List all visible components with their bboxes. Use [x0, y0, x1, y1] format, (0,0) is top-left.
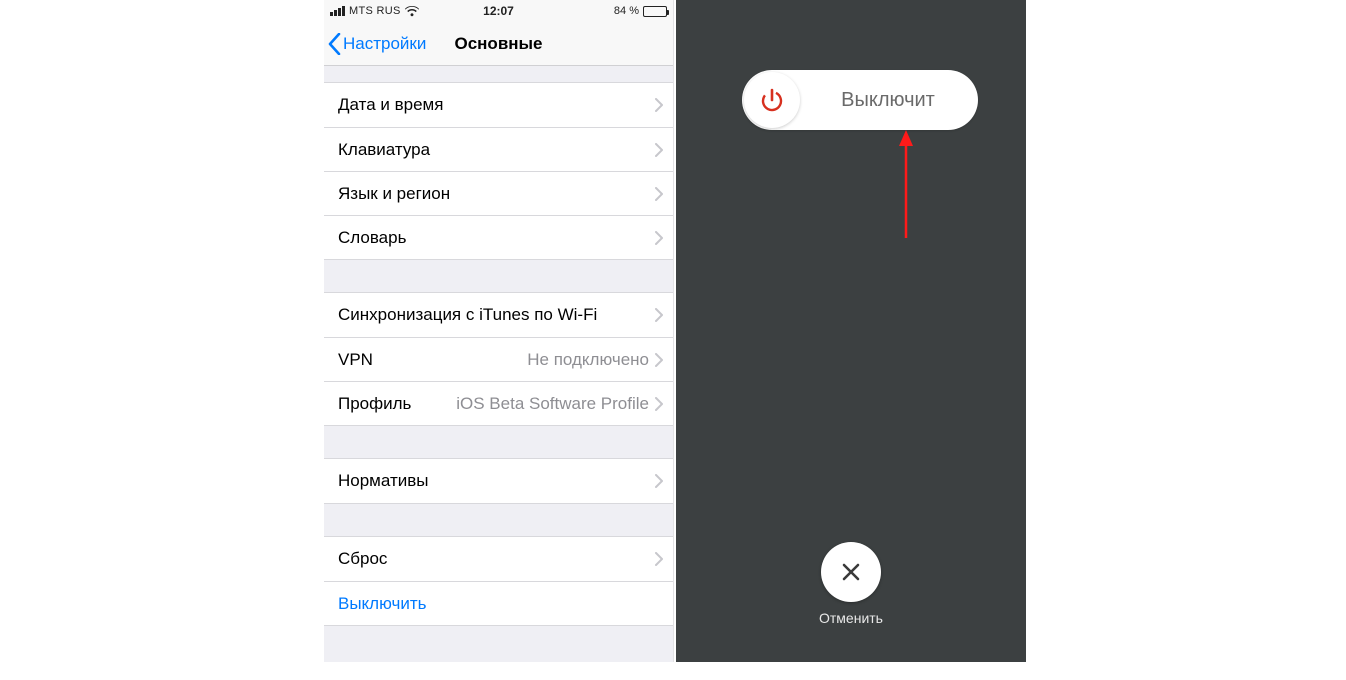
row-date-time[interactable]: Дата и время [324, 83, 673, 127]
row-reset[interactable]: Сброс [324, 537, 673, 581]
chevron-right-icon [655, 552, 673, 566]
row-dictionary[interactable]: Словарь [324, 215, 673, 259]
row-detail: iOS Beta Software Profile [456, 394, 655, 414]
row-regulatory[interactable]: Нормативы [324, 459, 673, 503]
settings-general-screen: MTS RUS 12:07 84 % Настройки Основные [324, 0, 674, 662]
slide-to-power-off[interactable]: Выключит [742, 70, 978, 130]
status-time: 12:07 [324, 4, 673, 18]
row-label: Синхронизация с iTunes по Wi-Fi [338, 305, 597, 325]
nav-bar: Настройки Основные [324, 22, 673, 66]
row-label: Дата и время [338, 95, 443, 115]
status-bar: MTS RUS 12:07 84 % [324, 0, 673, 22]
row-vpn[interactable]: VPN Не подключено [324, 337, 673, 381]
row-itunes-wifi-sync[interactable]: Синхронизация с iTunes по Wi-Fi [324, 293, 673, 337]
chevron-right-icon [655, 397, 673, 411]
row-shutdown[interactable]: Выключить [324, 581, 673, 625]
group-reset: Сброс Выключить [324, 536, 673, 626]
group-network: Синхронизация с iTunes по Wi-Fi VPN Не п… [324, 292, 673, 426]
row-label: Выключить [338, 594, 426, 614]
row-label: VPN [338, 350, 373, 370]
cancel-label: Отменить [676, 610, 1026, 626]
row-label: Язык и регион [338, 184, 450, 204]
group-locale: Дата и время Клавиатура Язык и регион Сл… [324, 82, 673, 260]
cancel-button[interactable] [821, 542, 881, 602]
chevron-right-icon [655, 98, 673, 112]
power-off-screen: Выключит Отменить [676, 0, 1026, 662]
battery-icon [643, 6, 667, 17]
chevron-right-icon [655, 143, 673, 157]
close-icon [839, 560, 863, 584]
row-language-region[interactable]: Язык и регион [324, 171, 673, 215]
row-label: Нормативы [338, 471, 429, 491]
chevron-right-icon [655, 308, 673, 322]
row-label: Словарь [338, 228, 406, 248]
group-regulatory: Нормативы [324, 458, 673, 504]
chevron-right-icon [655, 231, 673, 245]
row-label: Сброс [338, 549, 387, 569]
row-profile[interactable]: Профиль iOS Beta Software Profile [324, 381, 673, 425]
chevron-right-icon [655, 353, 673, 367]
page-title: Основные [324, 34, 673, 54]
power-knob[interactable] [744, 72, 800, 128]
row-detail: Не подключено [527, 350, 655, 370]
slide-text: Выключит [802, 89, 978, 112]
chevron-right-icon [655, 187, 673, 201]
row-keyboard[interactable]: Клавиатура [324, 127, 673, 171]
row-label: Профиль [338, 394, 411, 414]
power-icon [758, 86, 786, 114]
chevron-right-icon [655, 474, 673, 488]
row-label: Клавиатура [338, 140, 430, 160]
